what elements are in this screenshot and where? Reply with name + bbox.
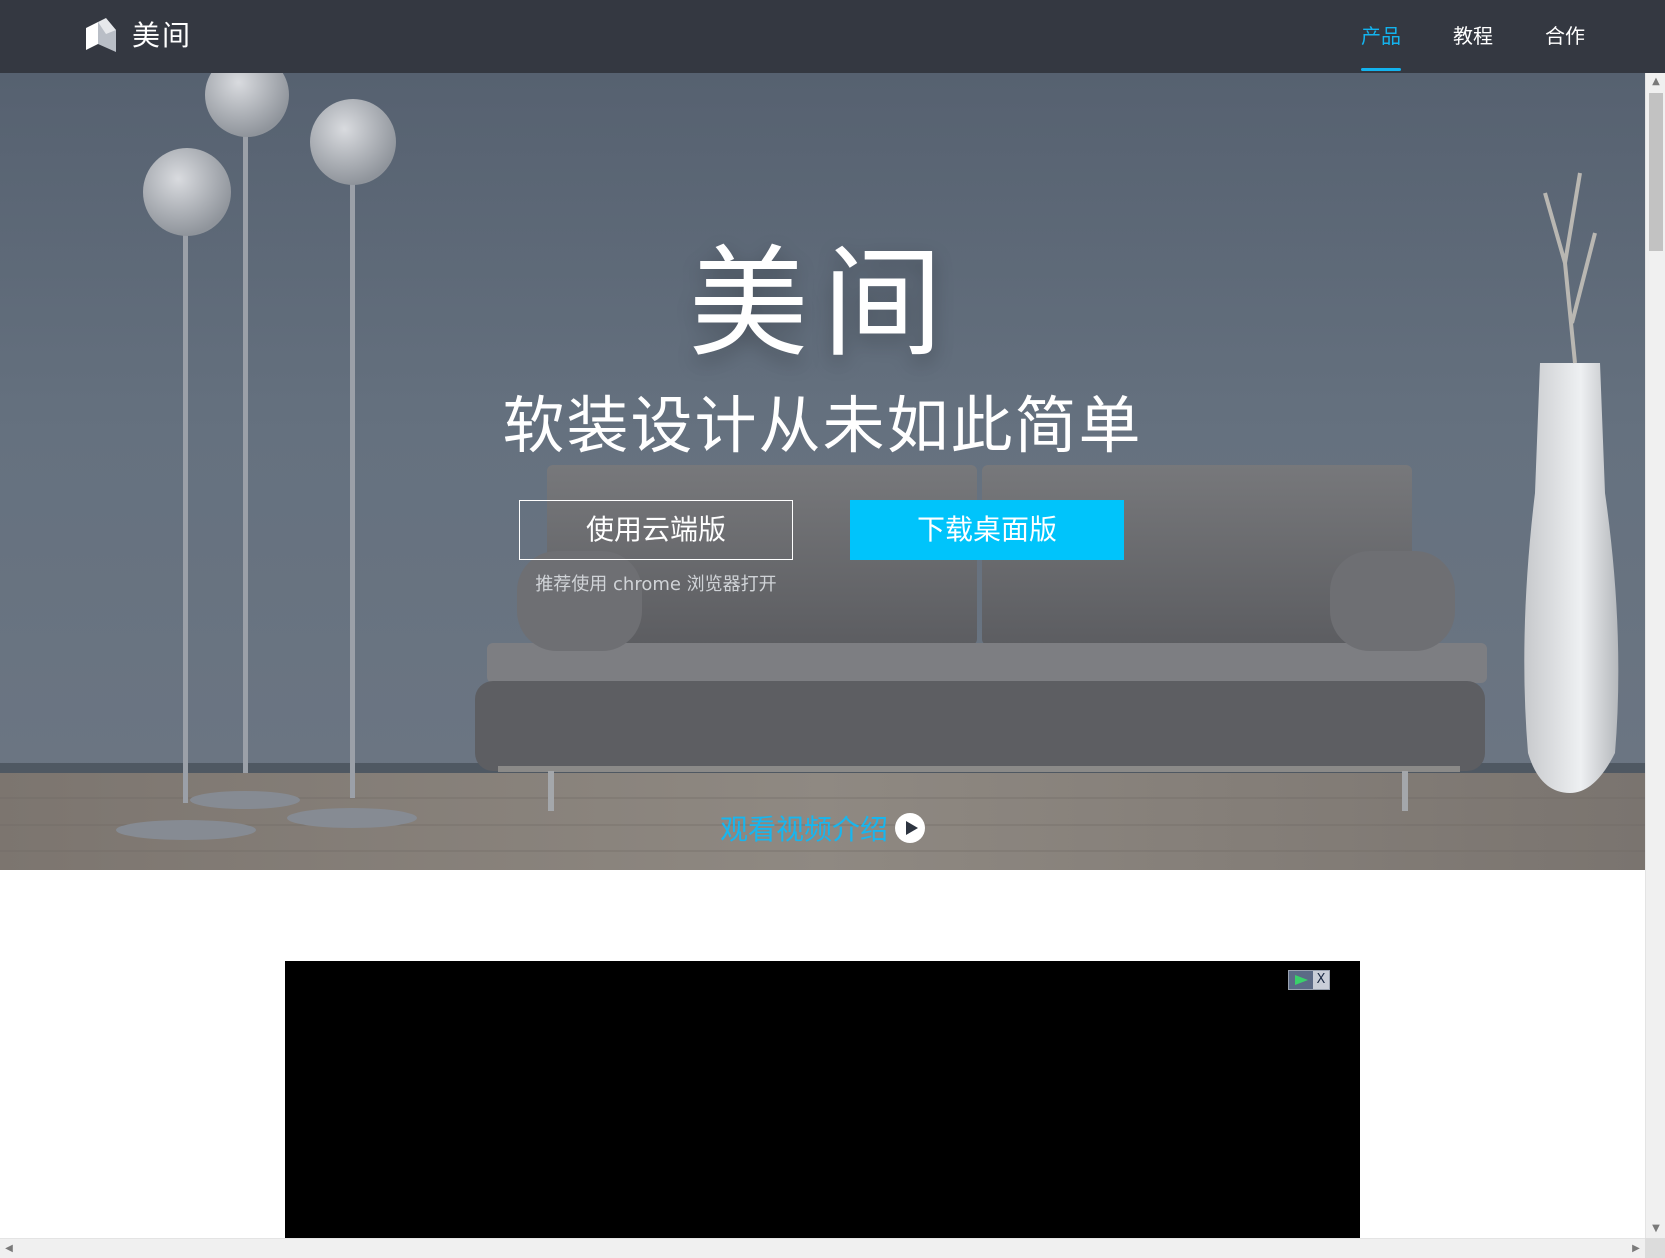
use-cloud-button[interactable]: 使用云端版 (519, 500, 793, 560)
player-close-icon[interactable]: X (1313, 971, 1329, 989)
scroll-left-icon[interactable]: ◀ (0, 1239, 18, 1258)
browser-hint: 推荐使用 chrome 浏览器打开 (535, 574, 777, 595)
scroll-down-icon[interactable]: ▼ (1646, 1220, 1665, 1238)
hero-title: 美间 (688, 235, 957, 374)
brand-name: 美间 (132, 19, 193, 52)
watch-video-label: 观看视频介绍 (720, 813, 889, 846)
logo-icon (86, 18, 116, 52)
hero-background-image (0, 73, 1645, 870)
watch-video-link[interactable]: 观看视频介绍 (720, 808, 926, 848)
brand-logo[interactable]: 美间 (84, 18, 192, 54)
hero-banner: 美间 软装设计从未如此简单 使用云端版 下载桌面版 推荐使用 chrome 浏览… (0, 73, 1645, 870)
nav-item-products[interactable]: 产品 (1361, 0, 1401, 73)
scroll-right-icon[interactable]: ▶ (1627, 1239, 1645, 1258)
nav-item-tutorials[interactable]: 教程 (1453, 0, 1493, 73)
player-play-icon (1295, 975, 1308, 985)
player-play-button[interactable] (1289, 971, 1313, 989)
horizontal-scrollbar[interactable]: ◀ ▶ (0, 1238, 1645, 1258)
player-controls: X (1288, 970, 1330, 990)
browser-viewport: 美间 产品 教程 合作 美间 软装设计从未如此简单 使用云端版 下载桌面版 推荐… (0, 0, 1665, 1258)
vertical-scrollbar[interactable]: ▲ ▼ (1645, 73, 1665, 1238)
download-desktop-button[interactable]: 下载桌面版 (850, 500, 1124, 560)
main-nav: 产品 教程 合作 (1309, 0, 1585, 73)
scroll-up-icon[interactable]: ▲ (1646, 73, 1665, 91)
play-circle-icon (895, 813, 926, 843)
nav-item-cooperation[interactable]: 合作 (1545, 0, 1585, 73)
hero-subtitle: 软装设计从未如此简单 (502, 389, 1143, 462)
video-player[interactable]: X (285, 961, 1360, 1238)
scrollbar-corner (1645, 1238, 1665, 1258)
vertical-scroll-thumb[interactable] (1649, 93, 1663, 251)
top-navbar: 美间 产品 教程 合作 (0, 0, 1665, 73)
